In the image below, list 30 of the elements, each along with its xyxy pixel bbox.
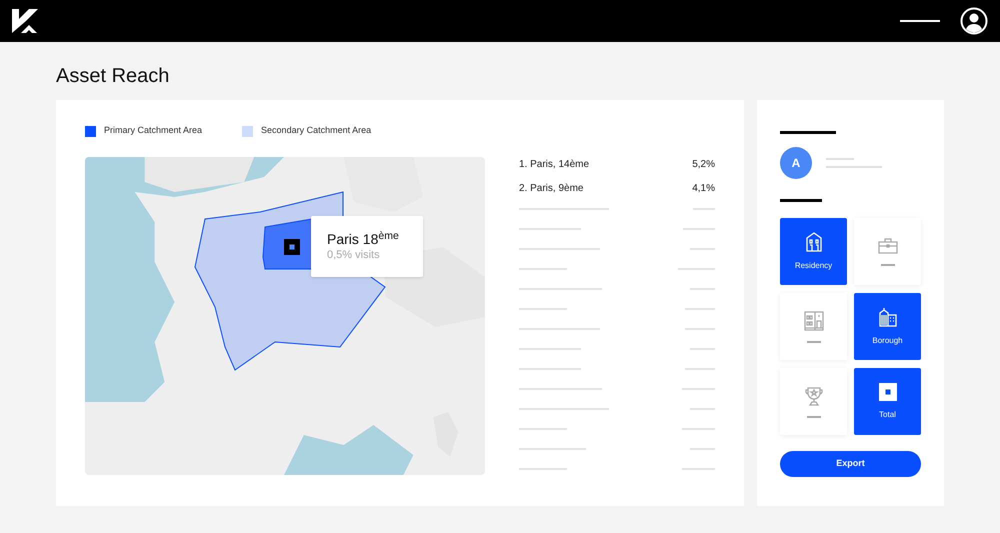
tooltip-subtitle: 0,5% visits [327,248,381,262]
ranking-name: 1. Paris, 14ème [518,158,590,172]
avatar[interactable]: A [780,147,812,179]
logo-icon[interactable] [12,9,38,33]
dash-icon [806,416,820,418]
building-icon [804,310,824,330]
house-icon [804,232,822,252]
skyscrapers-icon [878,306,898,326]
dash-icon [806,340,820,342]
legend-label: Secondary Catchment Area [261,124,372,138]
dash-icon [880,264,894,266]
square-icon [878,382,896,400]
export-button[interactable]: Export [780,451,921,477]
briefcase-icon [878,238,898,254]
legend-label: Primary Catchment Area [104,124,202,138]
category-tile[interactable] [780,368,847,435]
trophy-icon [804,386,822,406]
category-tile[interactable]: Total [854,368,921,435]
category-tile[interactable]: Borough [854,293,921,360]
page-title: Asset Reach [56,64,170,88]
user-icon[interactable] [960,7,988,35]
category-tile[interactable] [780,293,847,360]
category-tile[interactable]: Residency [780,218,847,285]
tooltip-title: Paris 18$^{ème}$ [327,231,400,248]
ranking-value: 4,1% [692,182,715,196]
menu-icon[interactable] [900,19,940,23]
location-marker[interactable] [284,239,300,255]
category-tile[interactable] [854,218,921,285]
ranking-name: 2. Paris, 9ème [518,182,584,196]
ranking-value: 5,2% [692,158,715,172]
